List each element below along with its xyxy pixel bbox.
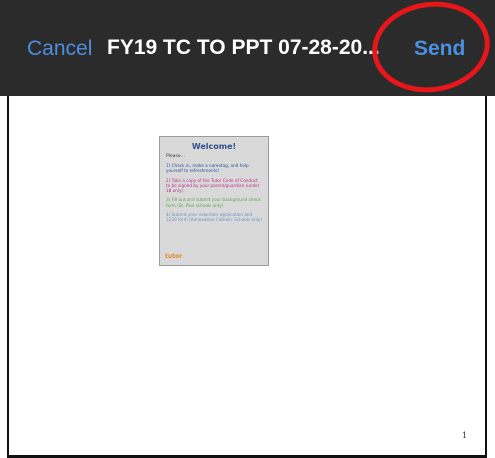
slide-step-1: 1) Check in, make a nametag, and help yo… [166,163,249,174]
slide-please-text: Please... [166,154,185,159]
page-number: 1 [462,431,468,440]
slide-step-2: 2) Take a copy of the Tutor Code of Cond… [166,177,260,194]
document-title: FY19 TC TO PPT 07-28-20... [107,36,380,59]
slide-step-4: 4) Submit your volunteer application and… [166,212,263,223]
slide-step-3: 3) Fill out and submit your background c… [166,197,261,208]
tutor-logo: tutor [165,253,183,260]
cancel-button[interactable]: Cancel [27,37,92,61]
slide-thumbnail: Welcome! Please... 1) Check in, make a n… [159,136,269,266]
slide-title: Welcome! [191,142,237,151]
